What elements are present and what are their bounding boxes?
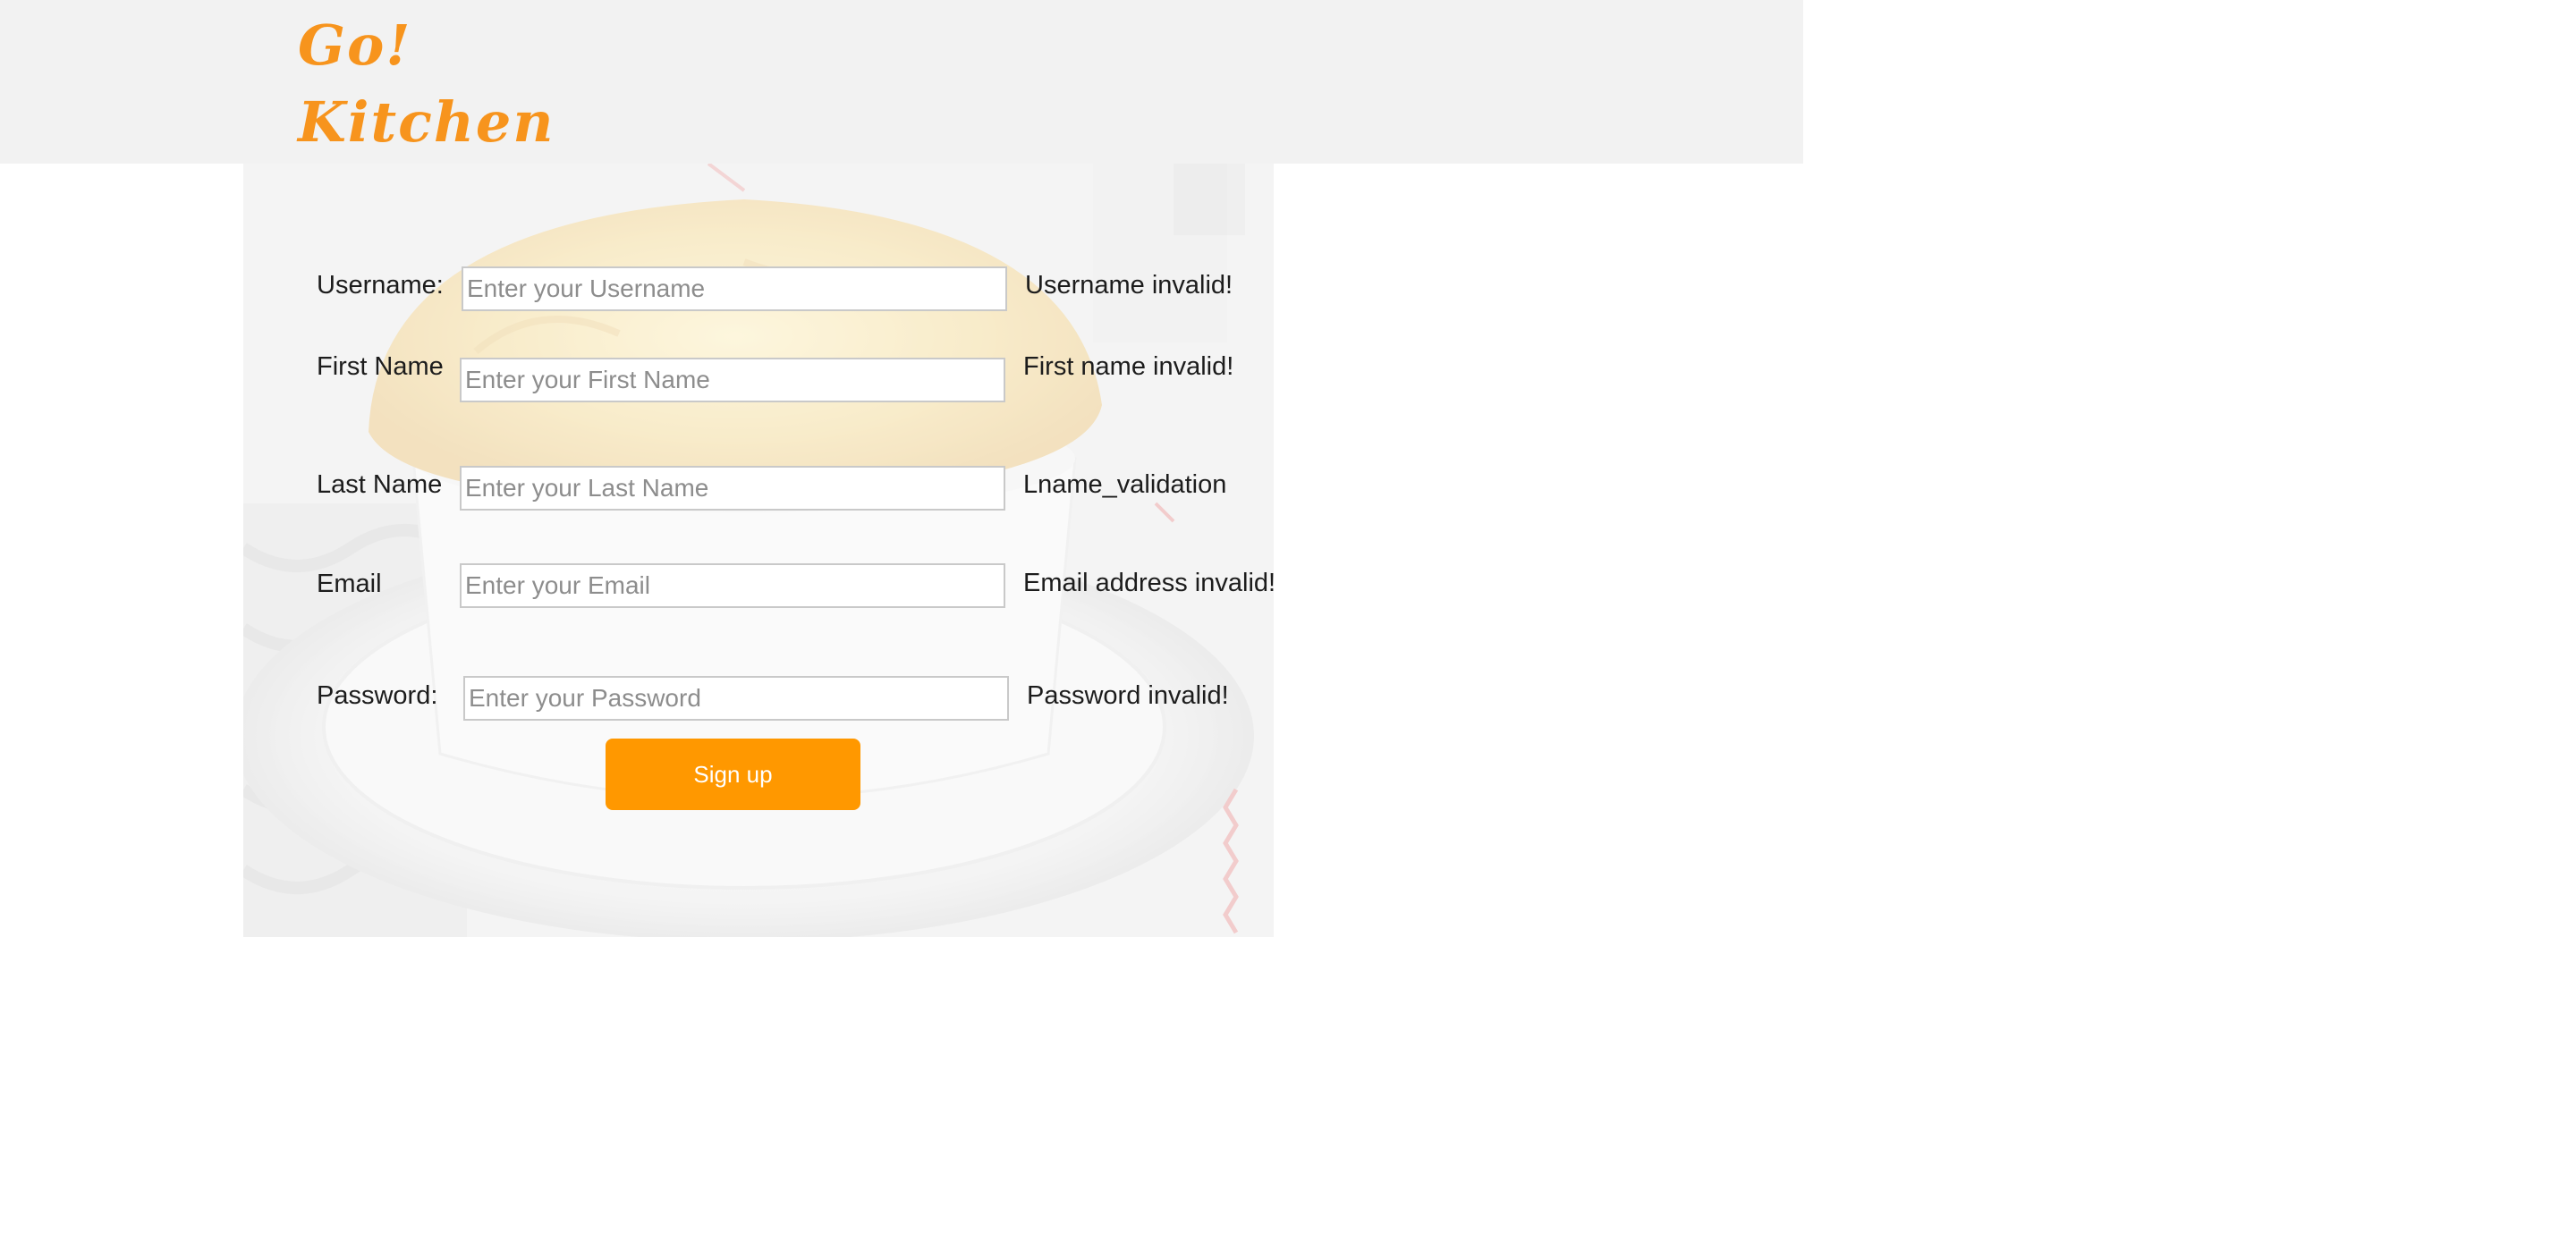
email-row: Email Email address invalid! <box>243 563 1274 617</box>
sign-up-button[interactable]: Sign up <box>606 739 860 810</box>
last-name-input[interactable] <box>460 466 1005 511</box>
logo-line-go: Go! <box>298 13 412 78</box>
email-input[interactable] <box>460 563 1005 608</box>
password-error: Password invalid! <box>1027 681 1229 710</box>
email-label: Email <box>317 570 382 598</box>
first-name-row: First Name First name invalid! <box>243 351 1274 405</box>
username-error: Username invalid! <box>1025 271 1233 300</box>
logo-line-kitchen: Kitchen <box>298 89 555 155</box>
first-name-label: First Name <box>317 352 444 381</box>
last-name-row: Last Name Lname_validation <box>243 466 1274 519</box>
first-name-input[interactable] <box>460 358 1005 402</box>
last-name-label: Last Name <box>317 470 443 499</box>
signup-panel: Username: Username invalid! First Name F… <box>243 164 1274 937</box>
username-input[interactable] <box>462 266 1007 311</box>
password-input[interactable] <box>463 676 1009 721</box>
last-name-error: Lname_validation <box>1023 470 1227 499</box>
first-name-error: First name invalid! <box>1023 352 1234 381</box>
username-row: Username: Username invalid! <box>243 266 1274 320</box>
username-label: Username: <box>317 271 444 300</box>
site-header: Go! Kitchen <box>0 0 1803 164</box>
password-label: Password: <box>317 681 438 710</box>
password-row: Password: Password invalid! <box>243 676 1274 730</box>
email-error: Email address invalid! <box>1023 569 1274 597</box>
site-logo[interactable]: Go! Kitchen <box>298 7 555 161</box>
